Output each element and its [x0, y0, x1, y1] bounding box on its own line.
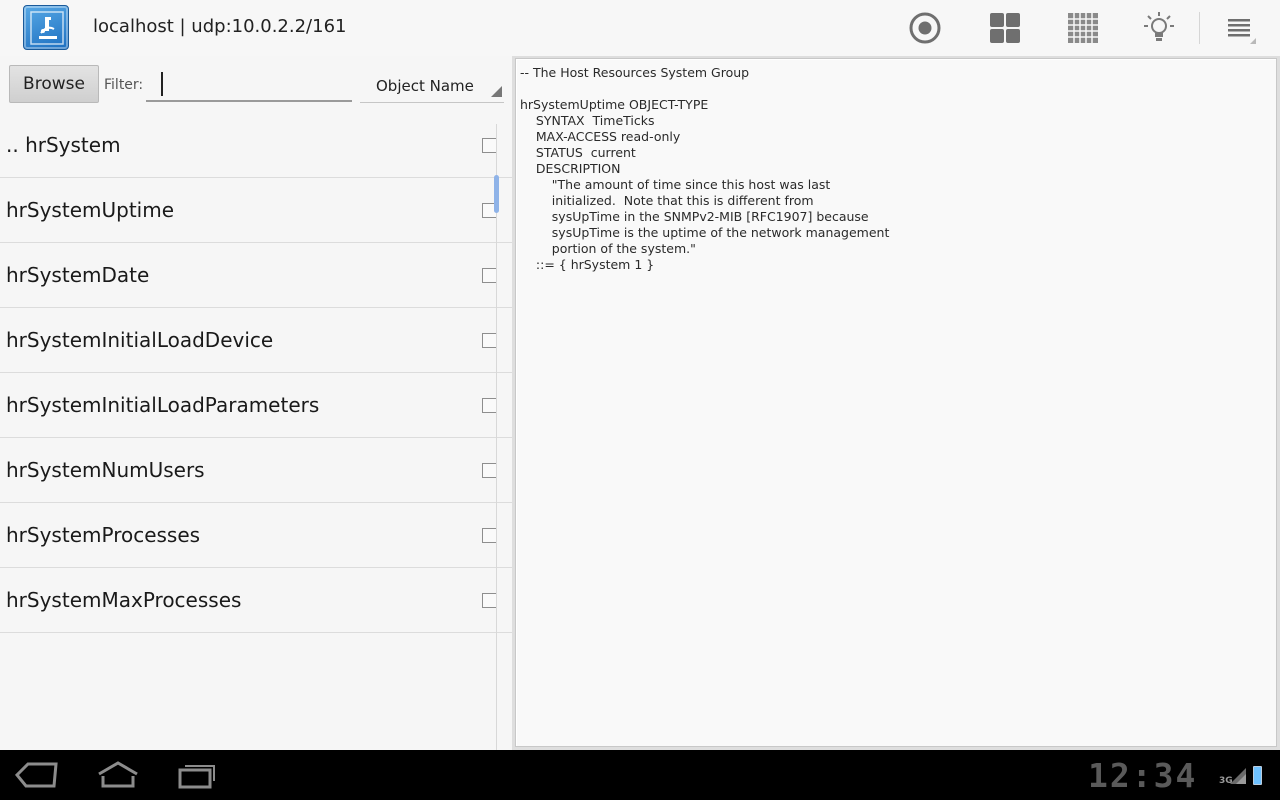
- checkbox[interactable]: [482, 528, 497, 543]
- browse-button[interactable]: Browse: [9, 65, 99, 103]
- dropdown-triangle-icon: [491, 86, 502, 97]
- connection-title: localhost | udp:10.0.2.2/161: [93, 16, 347, 37]
- sort-field-select[interactable]: Object Name: [360, 69, 504, 103]
- mib-browser-pane: Browse Filter: Object Name .. hrSystem h…: [0, 56, 512, 778]
- battery-icon[interactable]: [1253, 766, 1262, 785]
- text-cursor: [161, 72, 163, 96]
- sort-field-value: Object Name: [376, 77, 474, 95]
- scrollbar-thumb[interactable]: [494, 175, 499, 213]
- list-item[interactable]: hrSystemProcesses: [0, 503, 512, 568]
- list-item-label: hrSystemUptime: [6, 198, 174, 222]
- record-icon[interactable]: [905, 8, 945, 48]
- list-item[interactable]: hrSystemUptime: [0, 178, 512, 243]
- filter-input[interactable]: [146, 70, 352, 102]
- list-item-label: hrSystemInitialLoadDevice: [6, 328, 274, 352]
- list-item[interactable]: hrSystemMaxProcesses: [0, 568, 512, 633]
- recent-apps-icon[interactable]: [173, 758, 221, 792]
- action-bar-divider: [1199, 12, 1200, 44]
- list-item-label: hrSystemNumUsers: [6, 458, 205, 482]
- list-item-label: hrSystemDate: [6, 263, 150, 287]
- checkbox[interactable]: [482, 398, 497, 413]
- mib-definition-text: -- The Host Resources System Group hrSys…: [520, 65, 890, 272]
- scrollbar-track[interactable]: [496, 124, 497, 778]
- mib-detail-pane: -- The Host Resources System Group hrSys…: [512, 56, 1280, 750]
- list-item-label: hrSystemMaxProcesses: [6, 588, 242, 612]
- filter-label: Filter:: [104, 77, 144, 93]
- list-item[interactable]: hrSystemInitialLoadDevice: [0, 308, 512, 373]
- lightbulb-icon[interactable]: [1139, 8, 1179, 48]
- checkbox[interactable]: [482, 463, 497, 478]
- mib-definition-box[interactable]: -- The Host Resources System Group hrSys…: [515, 58, 1277, 747]
- checkbox[interactable]: [482, 593, 497, 608]
- dashboard-grid-icon[interactable]: [985, 8, 1025, 48]
- list-item[interactable]: hrSystemNumUsers: [0, 438, 512, 503]
- list-item-label: hrSystemProcesses: [6, 523, 201, 547]
- checkbox[interactable]: [482, 268, 497, 283]
- list-item[interactable]: hrSystemDate: [0, 243, 512, 308]
- table-grid-icon[interactable]: [1063, 8, 1103, 48]
- home-icon[interactable]: [94, 758, 142, 792]
- microscope-app-icon[interactable]: [23, 5, 69, 50]
- signal-icon: [1229, 767, 1247, 789]
- system-bar: 12:34 3G: [0, 750, 1280, 800]
- checkbox[interactable]: [482, 333, 497, 348]
- clock[interactable]: 12:34: [1088, 756, 1197, 795]
- checkbox[interactable]: [482, 138, 497, 153]
- back-icon[interactable]: [13, 758, 61, 792]
- list-item[interactable]: hrSystemInitialLoadParameters: [0, 373, 512, 438]
- list-item-parent[interactable]: .. hrSystem: [0, 113, 512, 178]
- overflow-menu-icon[interactable]: [1220, 8, 1260, 48]
- list-item-label: hrSystemInitialLoadParameters: [6, 393, 320, 417]
- list-item-label: .. hrSystem: [6, 133, 121, 157]
- mib-object-list: .. hrSystem hrSystemUptime hrSystemDate …: [0, 113, 512, 633]
- action-bar: localhost | udp:10.0.2.2/161: [0, 0, 1280, 56]
